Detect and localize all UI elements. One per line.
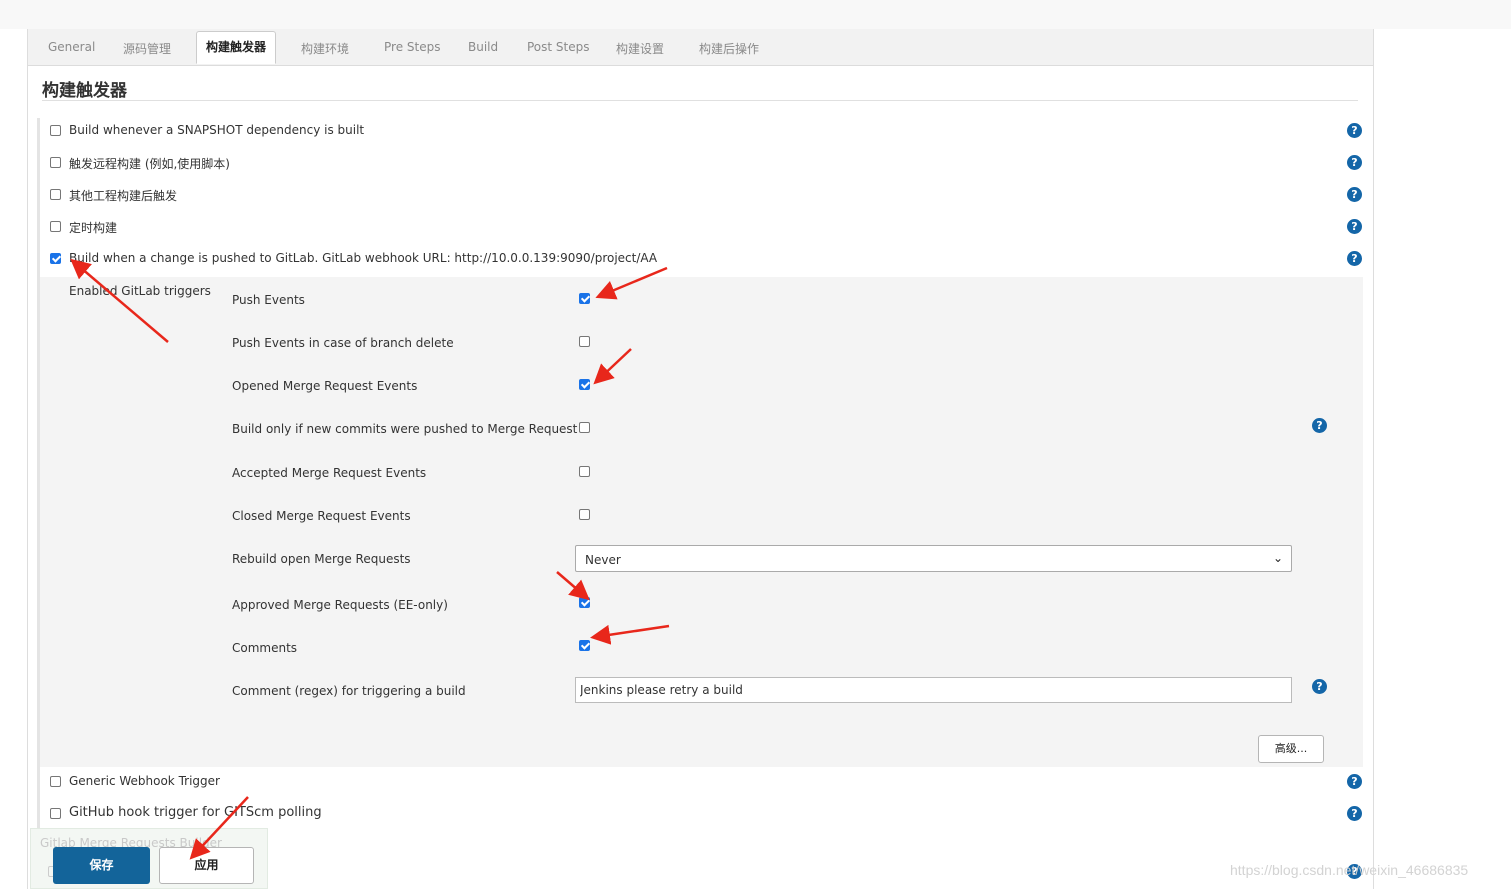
apply-button[interactable]: 应用	[159, 847, 254, 884]
trigger-generic-webhook-label: Generic Webhook Trigger	[69, 774, 220, 788]
closed-mr-checkbox[interactable]	[579, 509, 590, 520]
trigger-remote-label: 触发远程构建 (例如,使用脚本)	[69, 157, 230, 171]
help-icon[interactable]: ?	[1312, 679, 1327, 694]
tab-bar: General 源码管理 构建触发器 构建环境 Pre Steps Build …	[28, 29, 1373, 66]
chevron-down-icon: ⌄	[1272, 551, 1283, 565]
save-button[interactable]: 保存	[53, 847, 150, 884]
help-icon[interactable]: ?	[1347, 155, 1362, 170]
comments-checkbox[interactable]	[579, 640, 590, 651]
accepted-mr-label: Accepted Merge Request Events	[232, 466, 427, 480]
tab-post-steps[interactable]: Post Steps	[527, 40, 590, 54]
tab-build-settings[interactable]: 构建设置	[616, 40, 664, 57]
rebuild-open-mr-value: Never	[585, 553, 621, 567]
tab-build[interactable]: Build	[468, 40, 498, 54]
trigger-github-hook-label: GitHub hook trigger for GITScm polling	[69, 805, 322, 820]
tab-build-environment[interactable]: 构建环境	[301, 40, 349, 57]
push-events-checkbox[interactable]	[579, 293, 590, 304]
watermark: https://blog.csdn.net/weixin_46686835	[1230, 862, 1469, 878]
trigger-after-other-label: 其他工程构建后触发	[69, 189, 178, 203]
trigger-snapshot-label: Build whenever a SNAPSHOT dependency is …	[69, 123, 365, 137]
advanced-button[interactable]: 高级...	[1258, 735, 1324, 763]
trigger-github-hook-checkbox[interactable]	[50, 808, 61, 819]
help-icon[interactable]: ?	[1347, 774, 1362, 789]
top-band	[0, 0, 1511, 29]
help-icon[interactable]: ?	[1312, 418, 1327, 433]
trigger-generic-webhook-checkbox[interactable]	[50, 776, 61, 787]
trigger-snapshot-checkbox[interactable]	[50, 125, 61, 136]
section-title: 构建触发器	[42, 81, 127, 101]
push-events-label: Push Events	[232, 293, 305, 307]
new-commits-mr-label: Build only if new commits were pushed to…	[232, 422, 578, 436]
gitlab-options-panel: Enabled GitLab triggers Push Events Push…	[40, 277, 1363, 767]
tab-general[interactable]: General	[48, 40, 95, 54]
new-commits-mr-checkbox[interactable]	[579, 422, 590, 433]
tab-pre-steps[interactable]: Pre Steps	[384, 40, 440, 54]
closed-mr-label: Closed Merge Request Events	[232, 509, 411, 523]
trigger-gitlab-label: Build when a change is pushed to GitLab.…	[69, 251, 658, 265]
config-panel: General 源码管理 构建触发器 构建环境 Pre Steps Build …	[27, 29, 1374, 889]
tab-post-build-actions[interactable]: 构建后操作	[699, 40, 759, 57]
trigger-after-other-checkbox[interactable]	[50, 189, 61, 200]
rebuild-open-mr-label: Rebuild open Merge Requests	[232, 552, 411, 566]
tab-source-control[interactable]: 源码管理	[123, 40, 171, 57]
help-icon[interactable]: ?	[1347, 219, 1362, 234]
accepted-mr-checkbox[interactable]	[579, 466, 590, 477]
enabled-gitlab-triggers-label: Enabled GitLab triggers	[69, 284, 211, 298]
opened-mr-label: Opened Merge Request Events	[232, 379, 418, 393]
push-branch-delete-label: Push Events in case of branch delete	[232, 336, 454, 350]
comment-regex-label: Comment (regex) for triggering a build	[232, 684, 466, 698]
push-branch-delete-checkbox[interactable]	[579, 336, 590, 347]
section-divider	[42, 100, 1358, 101]
trigger-timer-label: 定时构建	[69, 221, 118, 235]
approved-mr-checkbox[interactable]	[579, 597, 590, 608]
rebuild-open-mr-select[interactable]: Never ⌄	[575, 545, 1292, 572]
tab-build-triggers[interactable]: 构建触发器	[196, 31, 277, 64]
help-icon[interactable]: ?	[1347, 187, 1362, 202]
approved-mr-label: Approved Merge Requests (EE-only)	[232, 598, 448, 612]
help-icon[interactable]: ?	[1347, 806, 1362, 821]
help-icon[interactable]: ?	[1347, 123, 1362, 138]
comments-label: Comments	[232, 641, 298, 655]
trigger-timer-checkbox[interactable]	[50, 221, 61, 232]
trigger-gitlab-checkbox[interactable]	[50, 253, 61, 264]
help-icon[interactable]: ?	[1347, 251, 1362, 266]
opened-mr-checkbox[interactable]	[579, 379, 590, 390]
comment-regex-input[interactable]	[575, 677, 1292, 703]
trigger-remote-checkbox[interactable]	[50, 157, 61, 168]
